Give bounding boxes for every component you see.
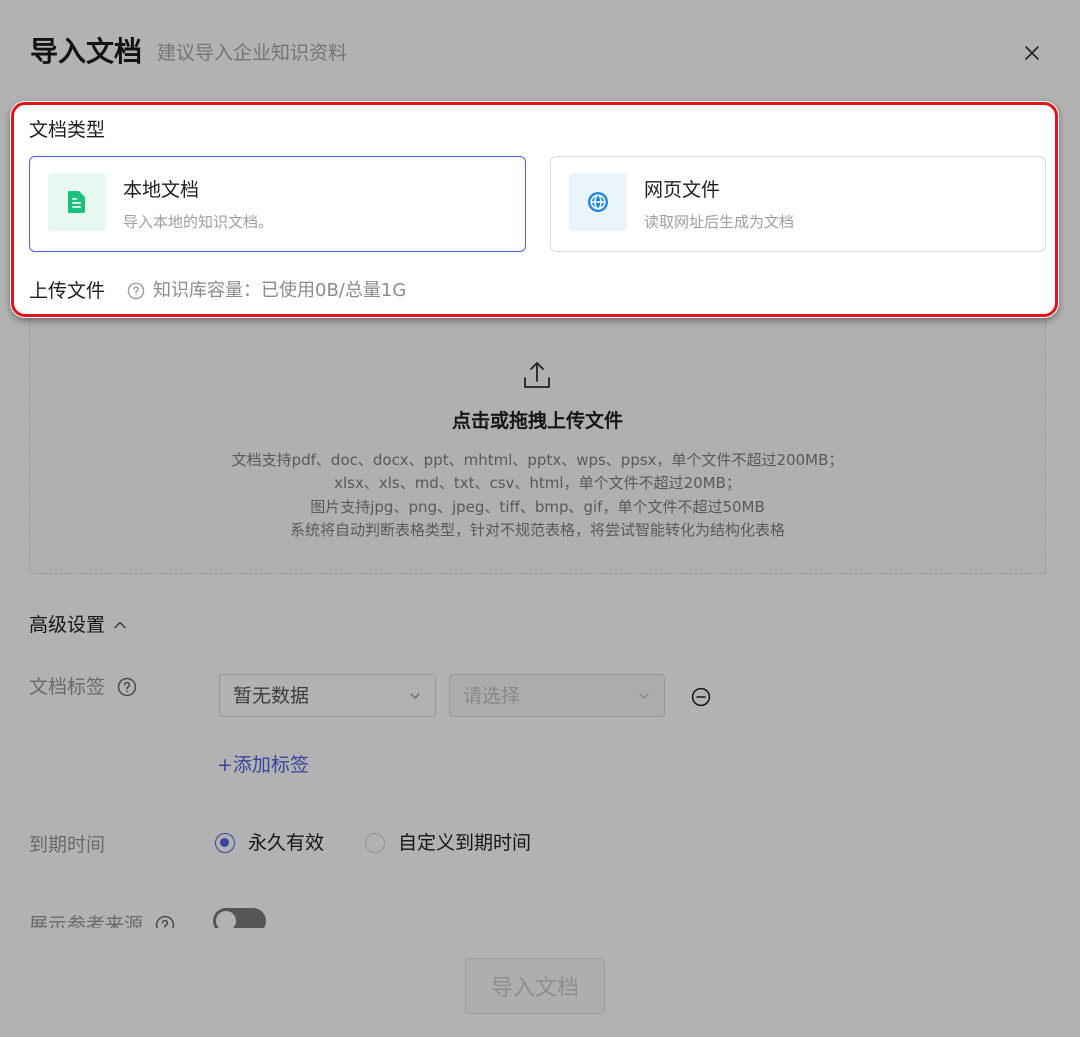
chevron-down-icon bbox=[639, 692, 649, 699]
question-circle-icon bbox=[117, 677, 137, 697]
switch-knob bbox=[216, 911, 236, 928]
document-icon bbox=[48, 173, 106, 231]
radio-permanent-label: 永久有效 bbox=[248, 832, 325, 854]
show-source-switch[interactable] bbox=[213, 908, 266, 928]
highlight-frame: 文档类型 本地文档 导入本地的知识文档。 网页文件 读取网址后生成为文档 上传文… bbox=[11, 102, 1058, 317]
question-circle-icon bbox=[127, 282, 145, 300]
close-button[interactable] bbox=[1020, 41, 1044, 65]
document-tag-label-text: 文档标签 bbox=[29, 676, 106, 698]
dialog-header: 导入文档 建议导入企业知识资料 bbox=[0, 0, 1080, 100]
document-type-label: 文档类型 bbox=[29, 119, 106, 141]
doc-type-card-desc: 读取网址后生成为文档 bbox=[644, 213, 795, 231]
tag-name-select-value: 暂无数据 bbox=[233, 684, 310, 707]
tag-value-select[interactable]: 请选择 bbox=[449, 674, 665, 717]
tag-name-select[interactable]: 暂无数据 bbox=[219, 674, 436, 717]
doc-type-card-title: 本地文档 bbox=[123, 179, 200, 201]
radio-permanent[interactable]: 永久有效 bbox=[215, 832, 324, 854]
chevron-down-icon bbox=[410, 692, 420, 699]
doc-type-card-webpage[interactable]: 网页文件 读取网址后生成为文档 bbox=[550, 156, 1046, 252]
document-tag-label: 文档标签 bbox=[29, 676, 137, 698]
radio-custom-expiry[interactable]: 自定义到期时间 bbox=[365, 832, 531, 854]
advanced-settings-title: 高级设置 bbox=[29, 614, 106, 636]
advanced-settings-toggle[interactable]: 高级设置 bbox=[29, 613, 127, 637]
remove-tag-button[interactable] bbox=[691, 687, 711, 707]
radio-circle[interactable] bbox=[365, 833, 385, 853]
show-source-label: 展示参考来源 bbox=[29, 914, 175, 928]
upload-icon bbox=[524, 362, 550, 388]
upload-file-label: 上传文件 bbox=[29, 280, 106, 302]
radio-custom-expiry-label: 自定义到期时间 bbox=[398, 832, 532, 854]
expiry-label-text: 到期时间 bbox=[29, 834, 106, 856]
dropzone-title: 点击或拖拽上传文件 bbox=[451, 410, 623, 432]
expiry-label: 到期时间 bbox=[29, 834, 105, 856]
show-source-label-text: 展示参考来源 bbox=[29, 914, 144, 928]
capacity-info: 知识库容量：已使用0B/总量1G bbox=[153, 280, 407, 301]
dropzone-hint: 文档支持pdf、doc、docx、ppt、mhtml、pptx、wps、ppsx… bbox=[30, 449, 1045, 542]
add-tag-link[interactable]: +添加标签 bbox=[217, 754, 309, 776]
globe-icon bbox=[569, 173, 627, 231]
doc-type-card-desc: 导入本地的知识文档。 bbox=[123, 213, 274, 231]
dropzone-hint-line: 图片支持jpg、png、jpeg、tiff、bmp、gif，单个文件不超过50M… bbox=[310, 497, 765, 516]
tag-value-select-placeholder: 请选择 bbox=[463, 684, 521, 707]
chevron-up-icon bbox=[114, 621, 126, 629]
dialog-subtitle: 建议导入企业知识资料 bbox=[157, 42, 348, 64]
dropzone-hint-line: 文档支持pdf、doc、docx、ppt、mhtml、pptx、wps、ppsx… bbox=[231, 451, 844, 469]
question-circle-icon bbox=[155, 915, 175, 928]
dropzone-hint-line: xlsx、xls、md、txt、csv、html，单个文件不超过20MB； bbox=[334, 474, 741, 493]
doc-type-card-local[interactable]: 本地文档 导入本地的知识文档。 bbox=[29, 156, 526, 252]
close-icon bbox=[1025, 46, 1039, 60]
doc-type-card-title: 网页文件 bbox=[644, 179, 721, 201]
import-document-button[interactable]: 导入文档 bbox=[465, 958, 605, 1014]
dropzone-hint-line: 系统将自动判断表格类型，针对不规范表格，将尝试智能转化为结构化表格 bbox=[289, 520, 785, 539]
radio-circle[interactable] bbox=[215, 833, 235, 853]
upload-dropzone[interactable]: 点击或拖拽上传文件 文档支持pdf、doc、docx、ppt、mhtml、ppt… bbox=[29, 302, 1046, 574]
minus-circle-icon bbox=[691, 687, 711, 707]
dialog-title: 导入文档 bbox=[30, 35, 143, 68]
